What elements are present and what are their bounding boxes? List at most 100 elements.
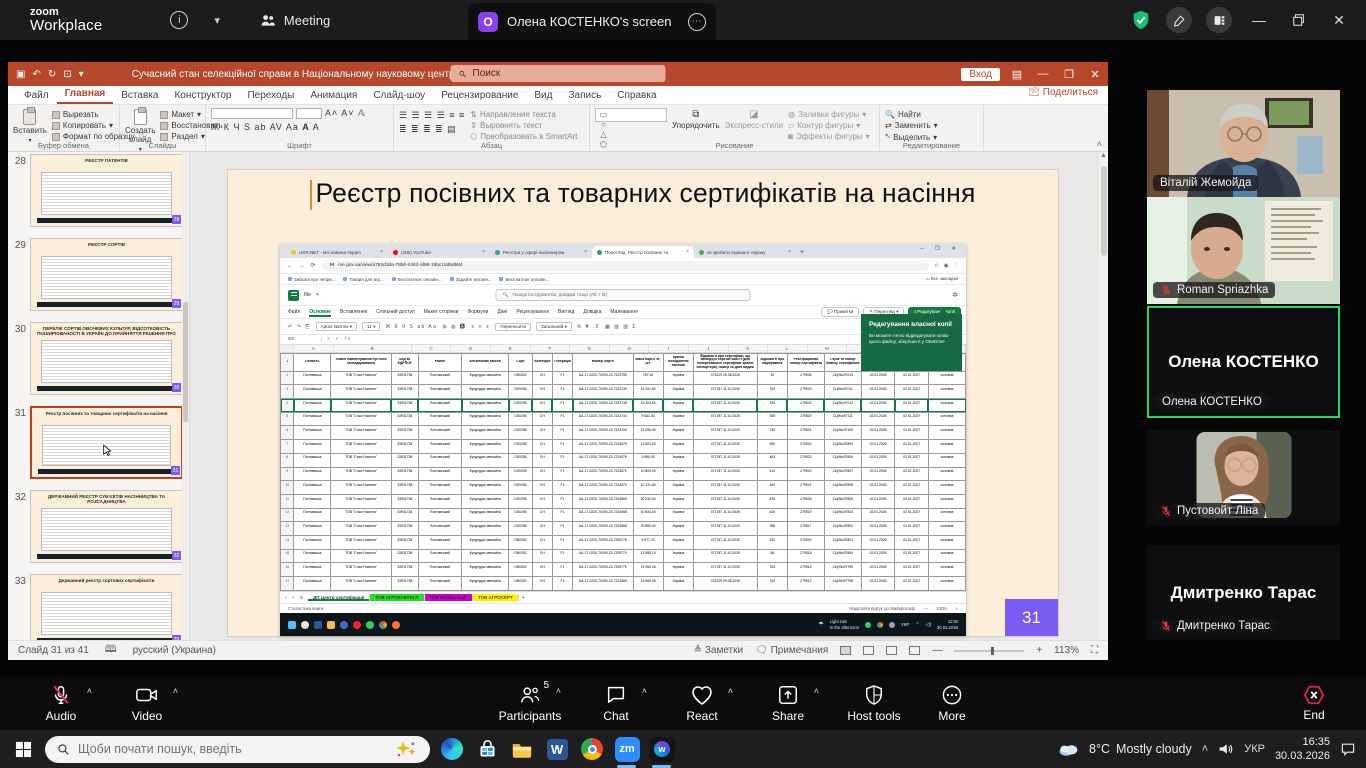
weather-temperature[interactable]: 8°C (1089, 742, 1110, 756)
table-cell[interactable]: 279526 (787, 371, 824, 385)
more-button[interactable]: More (917, 684, 987, 723)
table-cell[interactable]: 279523 (787, 453, 824, 467)
table-cell[interactable]: 20 230,00 (633, 494, 663, 508)
table-cell[interactable]: СЦН№97011 (824, 385, 861, 399)
column-header-cell[interactable]: Номер Партії (573, 354, 633, 372)
table-cell[interactable]: СЦН№97802 (824, 522, 861, 536)
table-cell[interactable]: Кукурудза звичайна (462, 481, 509, 495)
table-cell[interactable]: 02.01.2027 (895, 371, 929, 385)
table-cell[interactable]: 02.01.2026 (861, 563, 895, 577)
table-cell[interactable]: 02.01.2027 (895, 467, 929, 481)
ribbon-tab-Запись[interactable]: Запись (560, 88, 609, 104)
table-cell[interactable]: Полтавська (294, 549, 331, 563)
font-format-buttons[interactable]: Ж К Ч S ab AV Aa 𝐀 A (211, 122, 320, 133)
spellcheck-icon[interactable]: 🕮 (105, 642, 117, 659)
excel-menu-Малювання[interactable]: Малювання (610, 309, 637, 315)
react-options-chevron[interactable]: ˄ (728, 686, 733, 696)
participants-button[interactable]: 5 Participants˄ (487, 684, 573, 723)
search-icon[interactable] (301, 621, 309, 629)
table-cell[interactable]: Полтавський (418, 536, 462, 550)
row-number[interactable]: 16 (281, 563, 294, 577)
table-cell[interactable]: 279520 (787, 536, 824, 550)
font-size-select[interactable] (296, 108, 322, 119)
table-cell[interactable]: СЦН№97805 (824, 494, 861, 508)
chrome-tray-icon[interactable] (877, 622, 883, 628)
table-cell[interactable]: 19 906,26 (633, 563, 663, 577)
table-cell[interactable]: Україна (663, 563, 693, 577)
table-cell[interactable]: СЦН№97809 (824, 440, 861, 454)
chat-button[interactable]: Chat˄ (573, 684, 659, 723)
browser-menu-icon[interactable]: ⋮ (954, 263, 960, 269)
table-cell[interactable]: 02.01.2027 (895, 399, 929, 413)
restore-button[interactable] (1286, 13, 1312, 27)
table-cell[interactable]: UA-17-0220-70290-23-7224569 (573, 494, 633, 508)
table-cell[interactable]: DS0255 (509, 481, 533, 495)
table-cell[interactable]: основна (928, 563, 965, 577)
table-cell[interactable]: 02.01.2027 (895, 453, 929, 467)
table-cell[interactable]: Полтавський (418, 385, 462, 399)
slide-thumbnail-row[interactable]: 31Реєстр посівних та товарних сертифікат… (10, 406, 183, 479)
table-row[interactable]: 12ПолтавськаТОВ "Стасі Насіння"33931738П… (281, 508, 966, 522)
table-cell[interactable]: основна (928, 536, 965, 550)
table-cell[interactable]: 763 (757, 577, 787, 591)
minimize-button[interactable]: — (1246, 12, 1272, 28)
table-cell[interactable]: ТОВ "Стасі Насіння" (331, 494, 391, 508)
table-cell[interactable]: 02.01.2027 (895, 426, 929, 440)
table-cell[interactable]: ТОВ "Стасі Насіння" (331, 371, 391, 385)
table-cell[interactable]: СЦН№97111 (824, 412, 861, 426)
excel-menu-Дані[interactable]: Дані (497, 309, 507, 315)
table-cell[interactable]: ТОВ "Стасі Насіння" (331, 577, 391, 591)
table-cell[interactable]: основна (928, 385, 965, 399)
ppt-minimize-button[interactable]: — (1034, 68, 1052, 80)
ribbon-tab-Переходы[interactable]: Переходы (239, 88, 302, 104)
column-header-cell[interactable]: Код за ЄДРПОУ (391, 354, 418, 372)
zoom-out-icon[interactable]: — (924, 606, 928, 611)
column-header-H[interactable]: H (610, 345, 650, 352)
table-cell[interactable]: Полтавська (294, 371, 331, 385)
table-cell[interactable]: 13 588,10 (633, 549, 663, 563)
slide-thumbnail-row[interactable]: 32ДЕРЖАВНИЙ РЕЄСТР СУБ'ЄКТІВ НАСІННИЦТВА… (10, 490, 183, 563)
browser-tab[interactable]: Реєстри у сфері насінництва× (490, 246, 592, 258)
column-header-cell[interactable]: Район (418, 354, 462, 372)
start-button[interactable] (10, 736, 36, 762)
table-cell[interactable]: 279518 (787, 549, 824, 563)
table-cell[interactable]: 02.01.2026 (861, 440, 895, 454)
table-cell[interactable]: DS0255 (509, 440, 533, 454)
column-header-M[interactable]: M (808, 345, 848, 352)
bookmark-item[interactable]: Товари для агр... (343, 277, 384, 282)
table-cell[interactable]: основна (928, 549, 965, 563)
table-cell[interactable]: Україна (663, 508, 693, 522)
table-row[interactable]: 11ПолтавськаТОВ "Стасі Насіння"33931738П… (281, 494, 966, 508)
table-cell[interactable]: 279519 (787, 508, 824, 522)
table-cell[interactable]: СН (532, 549, 552, 563)
table-cell[interactable]: 02.01.2027 (895, 494, 929, 508)
table-cell[interactable]: Кукурудза звичайна (462, 412, 509, 426)
table-cell[interactable]: 20 850,00 (633, 522, 663, 536)
table-row[interactable]: 5ПолтавськаТОВ "Стасі Насіння"33931738По… (281, 412, 966, 426)
table-cell[interactable]: Кукурудза звичайна (462, 522, 509, 536)
table-cell[interactable]: Полтавський (418, 467, 462, 481)
slide-area-scrollbar[interactable]: ▲ (1099, 152, 1108, 640)
table-cell[interactable]: Полтавська (294, 399, 331, 413)
table-cell[interactable]: Україна (663, 426, 693, 440)
slide-thumbnail-row[interactable]: 30ПЕРЕЛІК СОРТІВ ОВОЧЕВИХ КУЛЬТУР, ВІДСО… (10, 322, 183, 395)
outlook-icon[interactable] (314, 621, 322, 629)
language-indicator[interactable]: русский (Украина) (133, 645, 216, 656)
browser-tab[interactable]: як зробити скріншот екрану× (694, 246, 796, 258)
font-name-box[interactable]: Aptos Narrow ▾ (316, 322, 357, 331)
slide-thumbnail-row[interactable]: 29РЕЄСТР СОРТІВ29 (10, 238, 183, 311)
table-cell[interactable]: Полтавський (418, 426, 462, 440)
table-cell[interactable]: СЦН№97798 (824, 577, 861, 591)
table-row[interactable]: 17ПолтавськаТОВ "Стасі Насіння"33931738П… (281, 577, 966, 591)
table-cell[interactable]: ТОВ "Стасі Насіння" (331, 549, 391, 563)
column-header-cell[interactable]: Категорія (532, 354, 552, 372)
table-row[interactable]: 7ПолтавськаТОВ "Стасі Насіння"33931738По… (281, 440, 966, 454)
host-tools-button[interactable]: Host tools (831, 684, 917, 723)
table-cell[interactable]: 14 966,26 (633, 577, 663, 591)
folder-icon[interactable] (327, 621, 335, 629)
table-cell[interactable]: Полтавська (294, 467, 331, 481)
column-header-C[interactable]: C (412, 345, 452, 352)
table-cell[interactable]: 279523 (787, 385, 824, 399)
table-cell[interactable]: 412 (757, 467, 787, 481)
table-cell[interactable]: 33931738 (391, 426, 418, 440)
